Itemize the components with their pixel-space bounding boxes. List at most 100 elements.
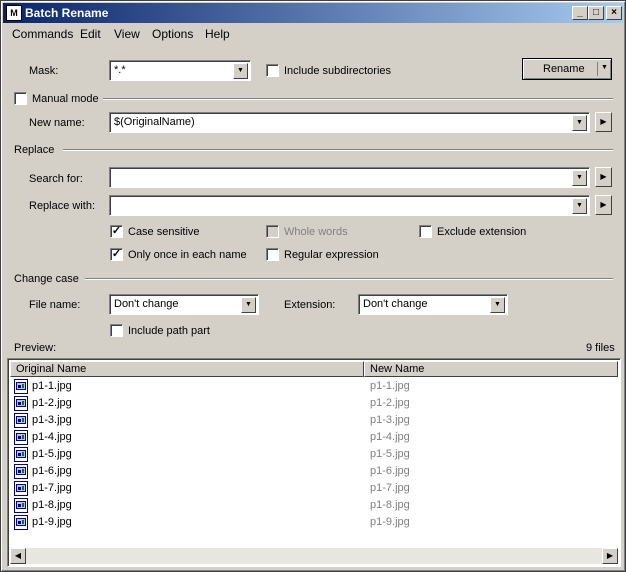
file-count: 9 files [586,342,615,354]
file-name-case-dropdown-icon[interactable]: ▼ [241,297,256,313]
original-name-cell: p1-5.jpg [32,448,72,460]
include-subdirectories-checkbox[interactable] [266,64,279,77]
scroll-right-button[interactable]: ▶ [602,548,618,564]
original-name-cell: p1-6.jpg [32,465,72,477]
window-title: Batch Rename [25,6,109,20]
only-once-label: Only once in each name [128,249,247,261]
change-case-group-label: Change case [14,273,79,285]
menu-bar: Commands Edit View Options Help [3,24,623,44]
menu-commands[interactable]: Commands [12,27,73,41]
change-case-separator [85,278,613,280]
rename-button[interactable]: Rename ▼ [522,58,612,80]
list-item[interactable]: p1-4.jpg p1-4.jpg [10,429,616,446]
new-name-label: New name: [29,117,85,129]
mask-dropdown-icon[interactable]: ▼ [233,63,248,79]
original-name-cell: p1-1.jpg [32,380,72,392]
list-item[interactable]: p1-3.jpg p1-3.jpg [10,412,616,429]
minimize-button[interactable]: _ [572,6,588,20]
original-name-cell: p1-9.jpg [32,516,72,528]
mask-label: Mask: [29,65,59,77]
image-file-icon [14,481,28,496]
preview-label: Preview: [14,342,57,354]
replace-with-combobox[interactable]: ▼ [109,195,590,216]
new-name-combobox[interactable]: $(OriginalName) ▼ [109,112,590,133]
extension-case-label: Extension: [284,299,336,311]
image-file-icon [14,379,28,394]
new-name-cell: p1-3.jpg [370,414,410,426]
whole-words-label: Whole words [284,226,348,238]
original-name-cell: p1-2.jpg [32,397,72,409]
original-name-cell: p1-3.jpg [32,414,72,426]
new-name-cell: p1-4.jpg [370,431,410,443]
original-name-cell: p1-7.jpg [32,482,72,494]
file-name-case-label: File name: [29,299,81,311]
menu-help[interactable]: Help [205,27,230,41]
list-item[interactable]: p1-6.jpg p1-6.jpg [10,463,616,480]
image-file-icon [14,515,28,530]
new-name-insert-button[interactable]: ▶ [595,112,612,132]
column-header-original-name[interactable]: Original Name [10,361,364,377]
extension-case-select[interactable]: Don't change ▼ [358,294,508,315]
image-file-icon [14,413,28,428]
regular-expression-label: Regular expression [284,249,379,261]
new-name-cell: p1-9.jpg [370,516,410,528]
replace-separator [63,149,613,151]
search-for-combobox[interactable]: ▼ [109,167,590,188]
file-name-case-select[interactable]: Don't change ▼ [109,294,259,315]
image-file-icon [14,447,28,462]
image-file-icon [14,396,28,411]
regular-expression-checkbox[interactable] [266,248,279,261]
case-sensitive-label: Case sensitive [128,226,200,238]
rename-button-label: Rename [543,63,585,75]
rename-dropdown-icon[interactable]: ▼ [601,64,608,71]
image-file-icon [14,464,28,479]
mask-combobox[interactable]: *.* ▼ [109,60,251,81]
new-name-cell: p1-8.jpg [370,499,410,511]
include-subdirectories-label: Include subdirectories [284,65,392,77]
only-once-checkbox[interactable]: ✓ [110,248,123,261]
list-item[interactable]: p1-5.jpg p1-5.jpg [10,446,616,463]
new-name-cell: p1-7.jpg [370,482,410,494]
new-name-value: $(OriginalName) [114,116,195,128]
include-path-part-label: Include path part [128,325,210,337]
exclude-extension-checkbox[interactable] [419,225,432,238]
close-button[interactable]: × [606,6,622,20]
rename-split-divider [597,62,598,76]
title-bar[interactable]: M Batch Rename _ □ × [3,3,623,23]
replace-with-label: Replace with: [29,200,96,212]
list-item[interactable]: p1-9.jpg p1-9.jpg [10,514,616,531]
manual-mode-separator [103,98,613,100]
image-file-icon [14,498,28,513]
column-header-new-name[interactable]: New Name [364,361,618,377]
horizontal-scrollbar[interactable]: ◀ ▶ [10,548,618,564]
include-path-part-checkbox[interactable] [110,324,123,337]
app-icon[interactable]: M [6,5,22,21]
list-item[interactable]: p1-7.jpg p1-7.jpg [10,480,616,497]
search-for-label: Search for: [29,173,83,185]
exclude-extension-label: Exclude extension [437,226,527,238]
replace-with-insert-button[interactable]: ▶ [595,195,612,215]
extension-case-value: Don't change [363,298,428,310]
preview-list[interactable]: Original Name New Name p1-1.jpg p1-1.jpg… [7,358,621,567]
maximize-button[interactable]: □ [588,6,604,20]
replace-group-label: Replace [14,144,55,156]
case-sensitive-checkbox[interactable]: ✓ [110,225,123,238]
new-name-dropdown-icon[interactable]: ▼ [572,115,587,131]
scroll-left-button[interactable]: ◀ [10,548,26,564]
list-item[interactable]: p1-2.jpg p1-2.jpg [10,395,616,412]
menu-view[interactable]: View [114,27,140,41]
replace-with-dropdown-icon[interactable]: ▼ [572,198,587,214]
list-item[interactable]: p1-8.jpg p1-8.jpg [10,497,616,514]
manual-mode-label: Manual mode [32,93,99,105]
new-name-cell: p1-6.jpg [370,465,410,477]
list-item[interactable]: p1-1.jpg p1-1.jpg [10,378,616,395]
search-for-dropdown-icon[interactable]: ▼ [572,170,587,186]
manual-mode-checkbox[interactable] [14,92,27,105]
search-for-insert-button[interactable]: ▶ [595,167,612,187]
whole-words-checkbox [266,225,279,238]
original-name-cell: p1-4.jpg [32,431,72,443]
extension-case-dropdown-icon[interactable]: ▼ [490,297,505,313]
menu-options[interactable]: Options [152,27,193,41]
menu-edit[interactable]: Edit [80,27,101,41]
original-name-cell: p1-8.jpg [32,499,72,511]
